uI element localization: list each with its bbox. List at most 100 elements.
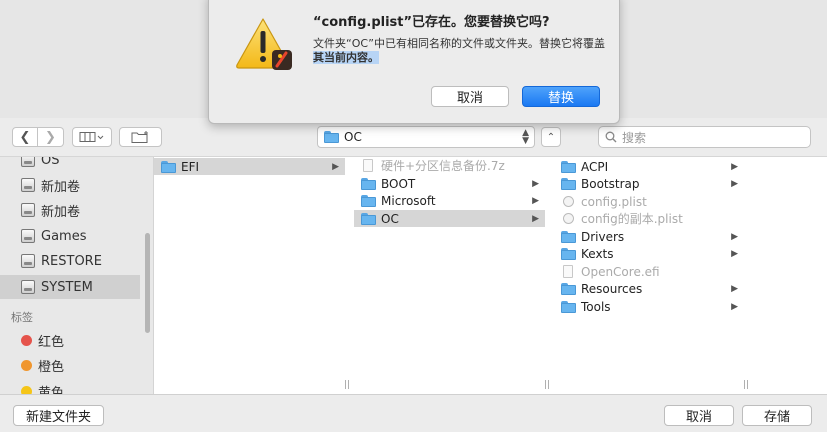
sidebar-item-label: 橙色	[38, 359, 65, 375]
list-item[interactable]: OC ▶	[354, 210, 545, 227]
sidebar-item-label: RESTORE	[41, 253, 102, 269]
list-item[interactable]: Drivers ▶	[554, 228, 744, 245]
folder-icon	[161, 160, 176, 173]
tag-orange-icon	[21, 359, 32, 371]
bottom-bar: 新建文件夹 取消 存储	[0, 394, 827, 432]
list-item[interactable]: Bootstrap ▶	[554, 175, 744, 192]
list-item[interactable]: config.plist	[554, 193, 744, 210]
save-button[interactable]: 存储	[742, 405, 812, 426]
item-label: OC	[381, 211, 399, 226]
file-icon	[563, 265, 573, 278]
item-label: Drivers	[581, 229, 625, 244]
column-divider[interactable]: ||	[743, 157, 827, 394]
disk-icon	[21, 254, 35, 268]
file-icon	[363, 159, 373, 172]
list-item[interactable]: Microsoft ▶	[354, 192, 545, 209]
list-item[interactable]: EFI ▶	[154, 158, 345, 175]
alert-message: 文件夹“OC”中已有相同名称的文件或文件夹。替换它将覆盖 其当前内容。	[313, 37, 608, 65]
list-item[interactable]: config的副本.plist	[554, 210, 744, 227]
folder-icon	[561, 160, 576, 173]
sidebar-item-label: SYSTEM	[41, 279, 93, 295]
folder-icon	[361, 177, 376, 190]
tag-yellow-icon	[21, 385, 32, 394]
disclosure-arrow-icon: ▶	[731, 301, 738, 312]
tags-header: 标签	[11, 311, 33, 324]
resize-handle-icon: ||	[344, 380, 351, 390]
back-button[interactable]: ❮	[12, 127, 38, 147]
item-label: Microsoft	[381, 193, 436, 208]
item-label: OpenCore.efi	[581, 264, 660, 279]
folder-icon	[561, 247, 576, 260]
cancel-button[interactable]: 取消	[664, 405, 734, 426]
resize-handle-icon: ||	[743, 380, 750, 390]
view-mode-button[interactable]	[72, 127, 112, 147]
sidebar-item-label: 黄色	[38, 385, 65, 395]
chevron-up-icon: ⌃	[546, 131, 556, 143]
tag-red-icon	[21, 334, 32, 346]
new-folder-button[interactable]: 新建文件夹	[13, 405, 104, 426]
sidebar-scrollbar[interactable]	[145, 233, 150, 333]
sidebar-item-label: 红色	[38, 334, 65, 350]
sidebar-item-restore[interactable]: RESTORE	[0, 249, 140, 273]
new-folder-toolbar-button[interactable]	[119, 127, 162, 147]
disclosure-arrow-icon: ▶	[731, 283, 738, 294]
chevron-right-icon: ❯	[45, 129, 56, 145]
folder-icon	[324, 131, 339, 143]
disk-icon	[21, 229, 35, 243]
folder-icon	[561, 177, 576, 190]
sidebar-item-volume-1[interactable]: 新加卷	[0, 173, 140, 197]
new-folder-icon	[131, 131, 148, 143]
sidebar-tag-red[interactable]: 红色	[0, 328, 140, 352]
item-label: Kexts	[581, 246, 614, 261]
alert-replace-button[interactable]: 替换	[522, 86, 600, 107]
search-placeholder: 搜索	[622, 130, 647, 145]
search-field[interactable]: 搜索	[598, 126, 811, 148]
browser-column-3: ACPI ▶ Bootstrap ▶ config.plist config的副…	[554, 157, 745, 394]
alert-cancel-button[interactable]: 取消	[431, 86, 509, 107]
browser-column-1: EFI ▶	[154, 157, 346, 394]
item-label: config.plist	[581, 194, 647, 209]
sidebar-tag-orange[interactable]: 橙色	[0, 353, 140, 377]
sidebar-item-label: OS	[41, 157, 60, 168]
disclosure-arrow-icon: ▶	[731, 231, 738, 242]
list-item[interactable]: OpenCore.efi	[554, 263, 744, 280]
list-item[interactable]: ACPI ▶	[554, 158, 744, 175]
item-label: Tools	[581, 299, 611, 314]
browser-column-2: 硬件+分区信息备份.7z BOOT ▶ Microsoft ▶ OC ▶	[354, 157, 546, 394]
item-label: EFI	[181, 159, 200, 174]
expand-button[interactable]: ⌃	[541, 127, 561, 147]
list-item[interactable]: BOOT ▶	[354, 175, 545, 192]
plist-file-icon	[563, 213, 574, 224]
alert-message-line-1: 文件夹“OC”中已有相同名称的文件或文件夹。替换它将覆盖	[313, 37, 605, 50]
forward-button[interactable]: ❯	[38, 127, 64, 147]
list-item[interactable]: 硬件+分区信息备份.7z	[354, 157, 545, 174]
disclosure-arrow-icon: ▶	[731, 248, 738, 259]
disk-icon	[21, 178, 35, 192]
sidebar-item-games[interactable]: Games	[0, 224, 140, 248]
location-popup[interactable]: OC ▲ ▼	[317, 126, 535, 148]
sidebar-item-volume-2[interactable]: 新加卷	[0, 198, 140, 222]
item-label: 硬件+分区信息备份.7z	[381, 159, 505, 173]
sidebar-tag-yellow[interactable]: 黄色	[0, 379, 140, 394]
item-label: Bootstrap	[581, 176, 640, 191]
list-item[interactable]: Resources ▶	[554, 280, 744, 297]
sidebar-item-os[interactable]: OS	[0, 157, 140, 172]
disclosure-arrow-icon: ▶	[532, 195, 539, 206]
updown-chevron-icon: ▲ ▼	[522, 128, 529, 146]
column-view-icon	[79, 132, 104, 142]
folder-icon	[361, 212, 376, 225]
folder-icon	[361, 194, 376, 207]
item-label: ACPI	[581, 159, 609, 174]
list-item[interactable]: Kexts ▶	[554, 245, 744, 262]
list-item[interactable]: Tools ▶	[554, 298, 744, 315]
sidebar-item-system[interactable]: SYSTEM	[0, 275, 140, 299]
alert-title: “config.plist”已存在。您要替换它吗?	[313, 15, 550, 30]
sidebar-item-label: Games	[41, 228, 87, 244]
disclosure-arrow-icon: ▶	[332, 161, 339, 172]
folder-icon	[561, 282, 576, 295]
disk-icon	[21, 157, 35, 167]
sidebar-item-label: 新加卷	[41, 179, 81, 195]
alert-message-line-2: 其当前内容。	[313, 51, 379, 64]
disk-icon	[21, 280, 35, 294]
folder-icon	[561, 300, 576, 313]
